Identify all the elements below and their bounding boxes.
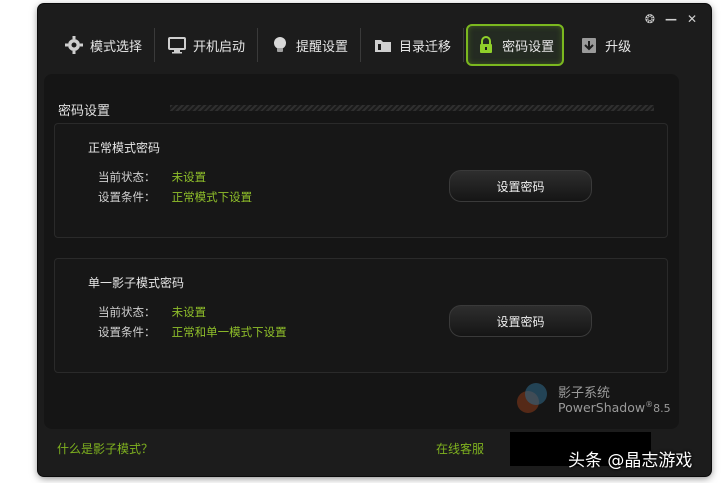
condition-row: 设置条件： 正常模式下设置: [98, 189, 252, 205]
status-label: 当前状态：: [98, 305, 156, 319]
condition-row: 设置条件： 正常和单一模式下设置: [98, 324, 287, 340]
tab-password-settings[interactable]: 密码设置: [466, 24, 565, 66]
title-stripes: [170, 105, 654, 111]
app-window: ❂ — ✕ 模式选择 开机启动 提醒设置 目录迁移 密码设置 升级 密码设置 正…: [38, 4, 711, 476]
condition-label: 设置条件：: [98, 190, 156, 204]
normal-mode-password-card: 正常模式密码 当前状态： 未设置 设置条件： 正常模式下设置 设置密码: [54, 123, 668, 238]
title-buttons: ❂ — ✕: [645, 12, 697, 26]
folder-icon: [373, 35, 393, 55]
status-label: 当前状态：: [98, 170, 156, 184]
tab-upgrade[interactable]: 升级: [569, 25, 641, 65]
tab-mode-select[interactable]: 模式选择: [54, 25, 152, 65]
what-is-shadow-mode-link[interactable]: 什么是影子模式？: [57, 440, 153, 457]
online-service-link[interactable]: 在线客服: [436, 440, 484, 457]
divider: [463, 28, 465, 62]
tab-label: 模式选择: [90, 39, 143, 55]
card-title: 单一影子模式密码: [88, 276, 185, 290]
tab-label: 密码设置: [502, 39, 555, 55]
divider: [257, 28, 259, 62]
status-value: 未设置: [171, 170, 207, 184]
tab-reminder[interactable]: 提醒设置: [260, 25, 358, 65]
powershadow-logo: 影子系统 PowerShadow®8.5: [514, 380, 674, 420]
condition-label: 设置条件：: [98, 325, 156, 339]
lock-icon: [476, 35, 496, 55]
skin-icon[interactable]: ❂: [645, 12, 655, 26]
tab-bar: 模式选择 开机启动 提醒设置 目录迁移 密码设置 升级: [54, 22, 641, 68]
close-button[interactable]: ✕: [687, 12, 697, 26]
monitor-icon: [167, 35, 187, 55]
bulb-icon: [270, 35, 290, 55]
logo-product-name: PowerShadow: [558, 400, 646, 416]
gear-icon: [64, 35, 84, 55]
logo-product: PowerShadow®8.5: [558, 400, 671, 416]
logo-icon: [517, 383, 547, 413]
logo-name: 影子系统: [558, 386, 611, 401]
divider: [360, 28, 362, 62]
main-panel: 密码设置 正常模式密码 当前状态： 未设置 设置条件： 正常模式下设置 设置密码…: [44, 74, 679, 429]
tab-label: 升级: [605, 39, 632, 55]
tab-startup[interactable]: 开机启动: [157, 25, 255, 65]
card-title: 正常模式密码: [88, 141, 161, 155]
set-normal-password-button[interactable]: 设置密码: [449, 170, 592, 202]
page-title: 密码设置: [58, 104, 111, 119]
status-row: 当前状态： 未设置: [98, 169, 206, 185]
tab-label: 开机启动: [193, 39, 246, 55]
condition-value: 正常和单一模式下设置: [171, 325, 287, 339]
divider: [154, 28, 156, 62]
set-single-password-button[interactable]: 设置密码: [449, 305, 592, 337]
tab-label: 提醒设置: [296, 39, 349, 55]
divider: [566, 28, 567, 62]
watermark-text: 头条 @晶志游戏: [568, 451, 693, 471]
tab-directory-migration[interactable]: 目录迁移: [363, 25, 461, 65]
status-value: 未设置: [171, 305, 207, 319]
minimize-button[interactable]: —: [665, 12, 677, 26]
single-shadow-password-card: 单一影子模式密码 当前状态： 未设置 设置条件： 正常和单一模式下设置 设置密码: [54, 258, 668, 373]
tab-label: 目录迁移: [399, 39, 452, 55]
status-row: 当前状态： 未设置: [98, 304, 206, 320]
upgrade-icon: [579, 35, 599, 55]
condition-value: 正常模式下设置: [171, 190, 253, 204]
logo-version: 8.5: [653, 402, 671, 416]
